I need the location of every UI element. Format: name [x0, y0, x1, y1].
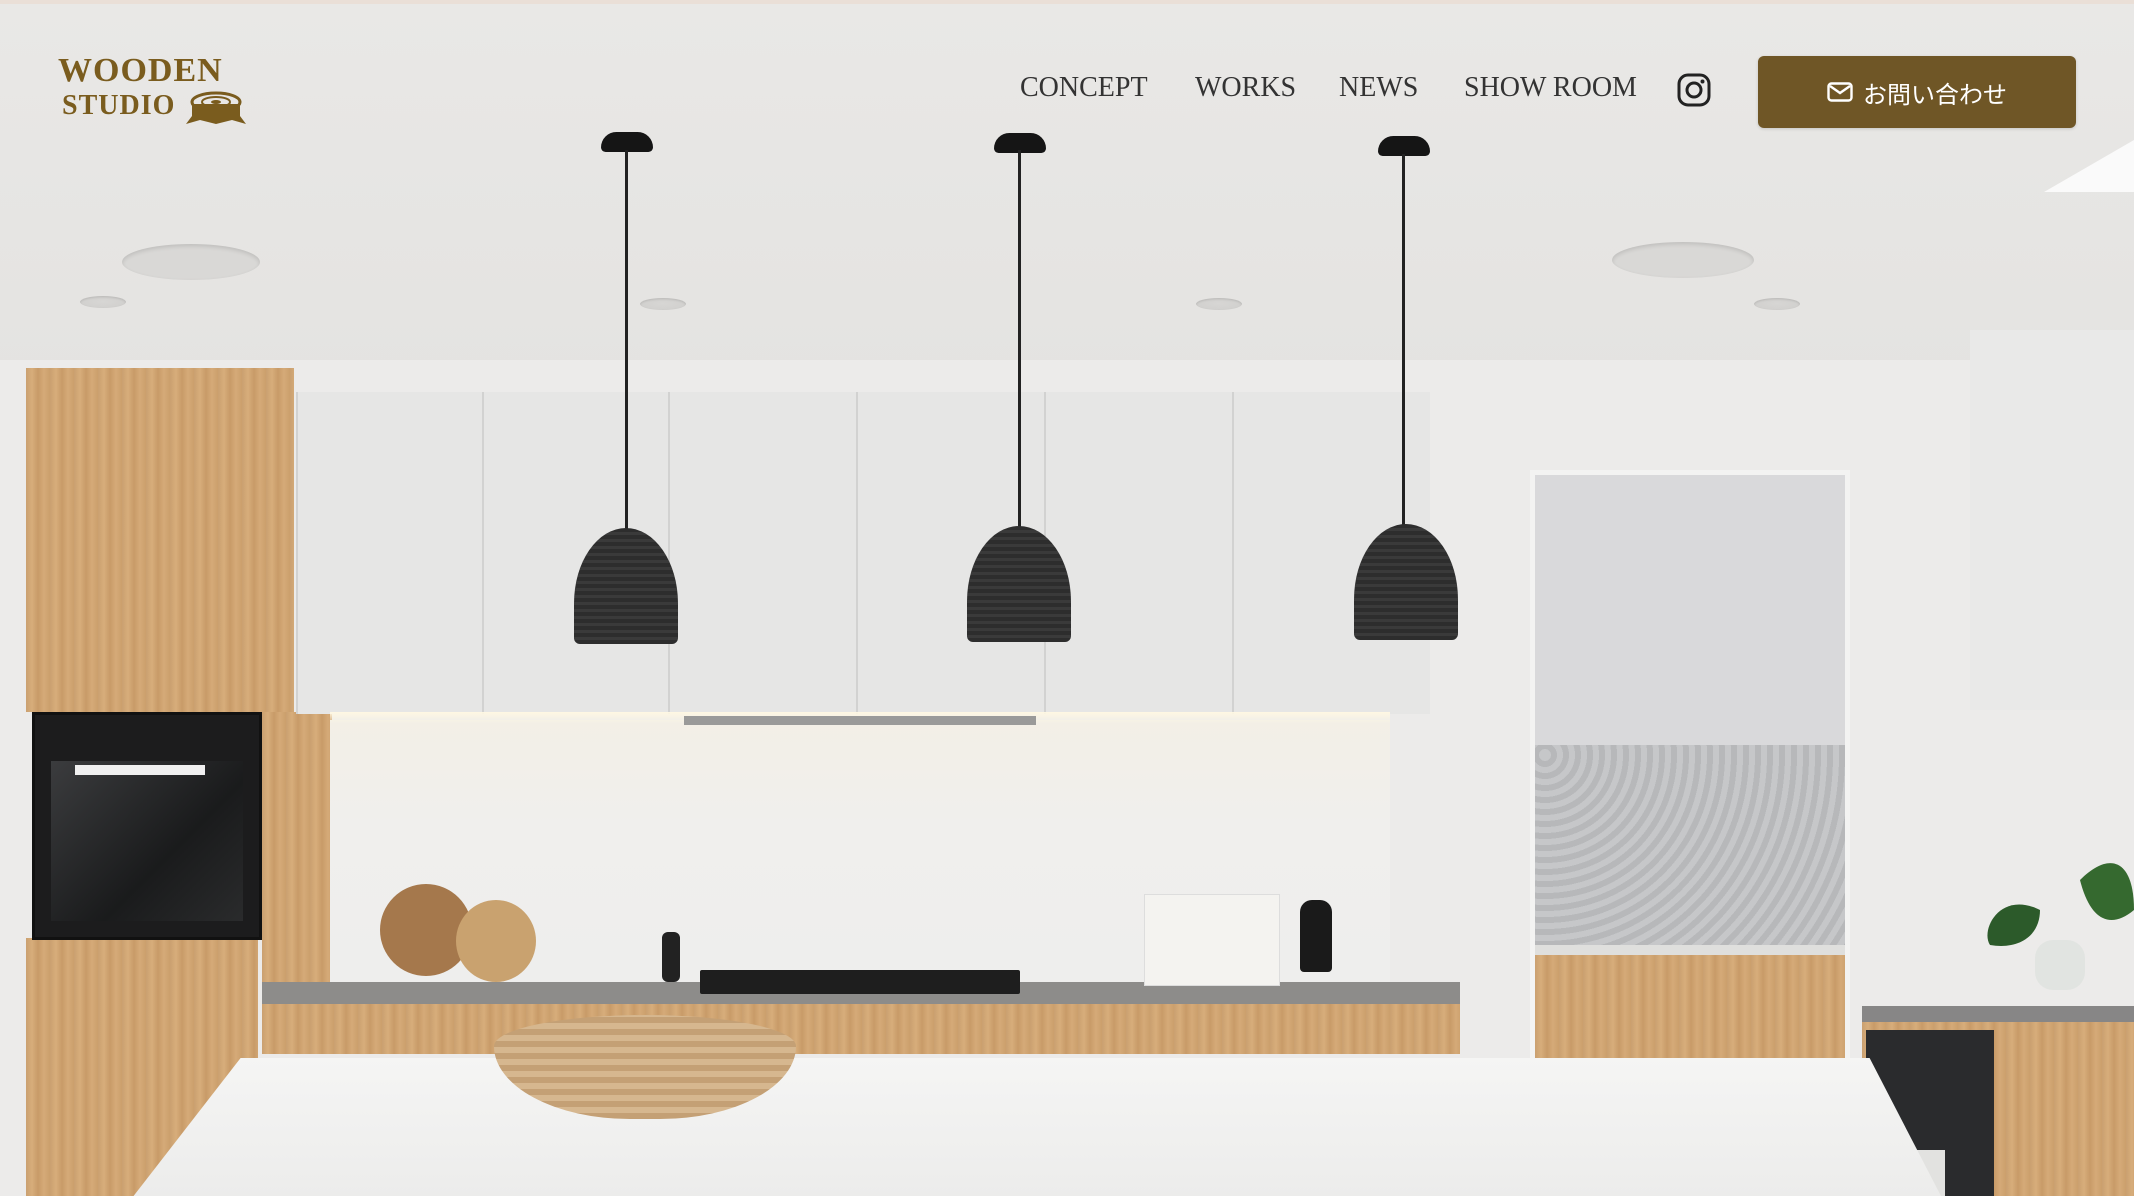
cutting-board — [456, 900, 536, 982]
downlight — [1754, 298, 1800, 310]
gas-hob — [700, 970, 1020, 994]
nav-show-room[interactable]: SHOW ROOM — [1464, 72, 1637, 104]
contact-button[interactable]: お問い合わせ — [1758, 56, 2076, 128]
mail-icon — [1827, 82, 1853, 102]
ceiling-speaker — [1612, 242, 1754, 278]
hero-image — [0, 0, 2134, 1196]
pantry-doorway — [1530, 470, 1850, 1110]
black-vase — [1300, 900, 1332, 972]
wood-side-panel — [262, 712, 332, 982]
monstera-plant — [1987, 863, 2134, 990]
pepper-mill — [662, 932, 680, 982]
pendant-canopy — [1378, 136, 1430, 156]
skylight — [2044, 140, 2134, 192]
instagram-link[interactable] — [1676, 72, 1712, 108]
upper-cabinet — [668, 392, 858, 714]
pendant-cable — [1018, 150, 1021, 530]
instagram-icon — [1677, 73, 1711, 107]
open-cookbook — [1144, 894, 1280, 986]
right-countertop — [1862, 1006, 2134, 1022]
tree-stump-icon — [186, 91, 246, 124]
pendant-cable — [1402, 154, 1405, 528]
pendant-canopy — [601, 132, 653, 152]
downlight — [1196, 298, 1242, 310]
nav-concept[interactable]: CONCEPT — [1020, 72, 1148, 104]
upper-cabinet — [1044, 392, 1234, 714]
downlight — [640, 298, 686, 310]
nav-works[interactable]: WORKS — [1195, 72, 1296, 104]
range-hood — [684, 716, 1036, 725]
tall-wood-cabinet — [26, 368, 294, 712]
downlight — [80, 296, 126, 308]
kitchen-island — [132, 1058, 1942, 1196]
ceiling-speaker — [122, 244, 260, 280]
lower-cabinets — [262, 1004, 1460, 1054]
site-logo[interactable]: WOODEN STUDIO — [58, 52, 248, 132]
pendant-cable — [625, 150, 628, 530]
logo-text-bottom: STUDIO — [62, 90, 176, 121]
upper-cabinet — [296, 392, 484, 714]
top-strip — [0, 0, 2134, 4]
contact-button-label: お問い合わせ — [1863, 80, 2007, 109]
right-upper-cabinet — [1970, 330, 2134, 710]
nav-news[interactable]: NEWS — [1339, 72, 1418, 104]
logo-text-top: WOODEN — [58, 52, 223, 89]
oven — [32, 712, 262, 940]
